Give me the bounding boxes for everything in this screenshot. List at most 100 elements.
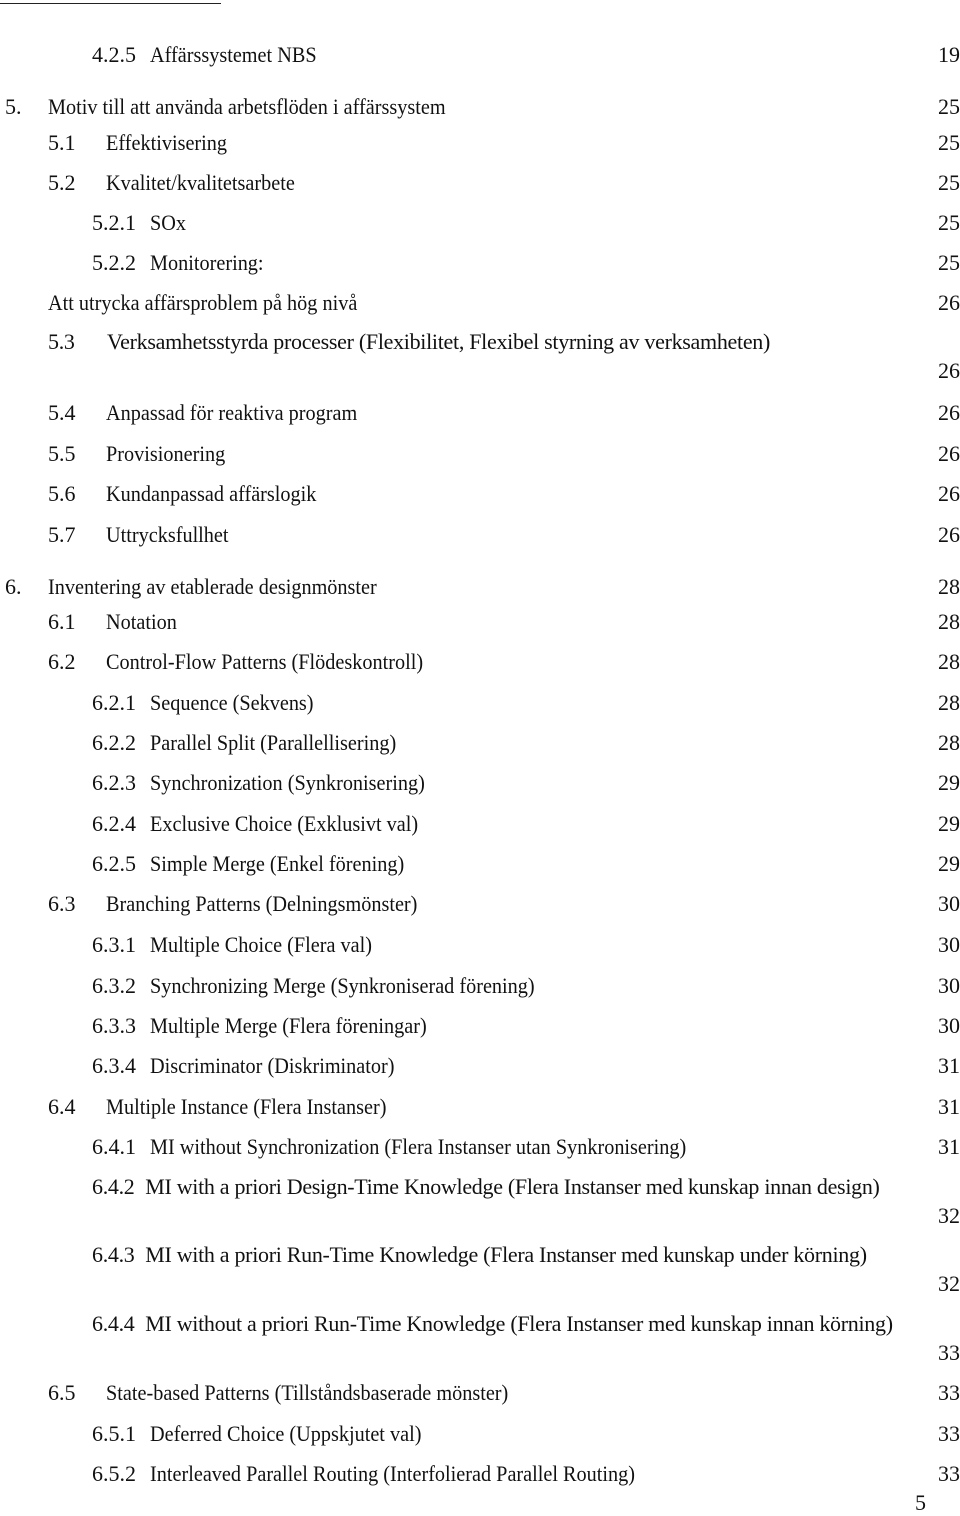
toc-entry-title: Parallel Split (Parallellisering) — [150, 730, 397, 755]
toc-entry[interactable]: 6.3.4 Discriminator (Diskriminator) 31 — [0, 1051, 960, 1081]
toc-entry-page: 30 — [938, 932, 960, 957]
toc-entry-title: Provisionering — [106, 441, 226, 466]
toc-entry-page: 26 — [938, 358, 960, 383]
toc-entry-number: 6.5 — [48, 1380, 76, 1405]
toc-entry-page: 33 — [938, 1461, 960, 1486]
toc-entry-number: 5.5 — [48, 441, 76, 466]
toc-entry-page: 31 — [938, 1053, 960, 1078]
toc-entry-number: 5.6 — [48, 481, 76, 506]
toc-entry-title: Simple Merge (Enkel förening) — [150, 851, 405, 876]
toc-entry[interactable]: 6.2.5 Simple Merge (Enkel förening) 29 — [0, 849, 960, 879]
toc-entry-page: 26 — [938, 400, 960, 425]
toc-entry[interactable]: 6.2.4 Exclusive Choice (Exklusivt val) 29 — [0, 809, 960, 839]
toc-entry-number: 5.1 — [48, 130, 76, 155]
toc-entry[interactable]: 5.2.2 Monitorering: 25 — [0, 248, 960, 278]
toc-entry[interactable]: 6.4.2 MI with a priori Design-Time Knowl… — [0, 1173, 960, 1233]
toc-entry[interactable]: 6.3 Branching Patterns (Delningsmönster) 3… — [0, 889, 960, 919]
toc-entry-title: Interleaved Parallel Routing (Interfolie… — [150, 1461, 636, 1486]
toc-entry-number: 6.2.5 — [92, 851, 136, 876]
toc-entry[interactable]: 6.4 Multiple Instance (Flera Instanser) 31 — [0, 1092, 960, 1122]
toc-entry-title: Multiple Instance (Flera Instanser) — [106, 1094, 387, 1119]
toc-entry-page: 25 — [938, 210, 960, 235]
toc-entry-title: Att utrycka affärsproblem på hög nivå — [48, 290, 358, 315]
toc-entry-page: 30 — [938, 891, 960, 916]
toc-entry[interactable]: 5.1 Effektivisering 25 — [0, 128, 960, 158]
toc-entry-title: Discriminator (Diskriminator) — [150, 1053, 395, 1078]
toc-entry-title: Deferred Choice (Uppskjutet val) — [150, 1421, 422, 1446]
toc-entry[interactable]: 6.2.1 Sequence (Sekvens) 28 — [0, 688, 960, 718]
toc-entry[interactable]: 6.5.1 Deferred Choice (Uppskjutet val) 33 — [0, 1419, 960, 1449]
toc-entry-number: 6.2.2 — [92, 730, 136, 755]
toc-entry-page: 26 — [938, 481, 960, 506]
toc-entry-page: 29 — [938, 811, 960, 836]
toc-entry-number: 6.4.1 — [92, 1134, 136, 1159]
toc-entry-title: 6.4.3 MI with a priori Run-Time Knowledg… — [92, 1242, 867, 1267]
toc-entry-title: 6.4.4 MI without a priori Run-Time Knowl… — [92, 1311, 893, 1336]
toc-entry[interactable]: 5.7 Uttrycksfullhet 26 — [0, 520, 960, 550]
toc-entry[interactable]: 5.5 Provisionering 26 — [0, 439, 960, 469]
toc-entry-title: State-based Patterns (Tillståndsbaserade… — [106, 1380, 509, 1405]
toc-entry-page: 33 — [938, 1380, 960, 1405]
toc-entry-title: Kvalitet/kvalitetsarbete — [106, 170, 295, 195]
toc-entry-number: 6.3.4 — [92, 1053, 136, 1078]
toc-entry-title: Notation — [106, 609, 177, 634]
toc-entry-title: Uttrycksfullhet — [106, 522, 229, 547]
toc-entry[interactable]: 5.2 Kvalitet/kvalitetsarbete 25 — [0, 168, 960, 198]
toc-entry[interactable]: 6.2 Control-Flow Patterns (Flödeskontroll… — [0, 647, 960, 677]
toc-entry-page: 25 — [938, 170, 960, 195]
toc-entry[interactable]: 5.6 Kundanpassad affärslogik 26 — [0, 479, 960, 509]
toc-entry-page: 28 — [938, 609, 960, 634]
toc-entry-number: 6. — [5, 574, 22, 599]
toc-entry[interactable]: 6.2.3 Synchronization (Synkronisering) 29 — [0, 768, 960, 798]
toc-entry-number: 6.3.1 — [92, 932, 136, 957]
toc-entry-page: 26 — [938, 441, 960, 466]
toc-entry[interactable]: Att utrycka affärsproblem på hög nivå 26 — [0, 288, 960, 318]
toc-entry[interactable]: 6.3.3 Multiple Merge (Flera föreningar) 30 — [0, 1011, 960, 1041]
toc-entry-title: 5.3 Verksamhetsstyrda processer (Flexibi… — [48, 329, 771, 354]
toc-entry[interactable]: 6.2.2 Parallel Split (Parallellisering) 28 — [0, 728, 960, 758]
toc-entry[interactable]: 5.2.1 SOx 25 — [0, 208, 960, 238]
toc-entry-page: 29 — [938, 770, 960, 795]
toc-entry[interactable]: 5. Motiv till att använda arbetsflöden i … — [0, 92, 960, 122]
toc-entry-page: 32 — [938, 1271, 960, 1296]
toc-entry-number: 6.2 — [48, 649, 76, 674]
toc-entry-page: 28 — [938, 690, 960, 715]
toc-entry-number: 6.2.3 — [92, 770, 136, 795]
toc-entry-number: 5.7 — [48, 522, 76, 547]
toc-entry-number: 6.3.3 — [92, 1013, 136, 1038]
toc-entry-page: 32 — [938, 1203, 960, 1228]
toc-entry-number: 6.3.2 — [92, 973, 136, 998]
toc-entry-number: 5.4 — [48, 400, 76, 425]
toc-entry[interactable]: 6.4.4 MI without a priori Run-Time Knowl… — [0, 1310, 960, 1370]
toc-entry-page: 29 — [938, 851, 960, 876]
toc-entry-title: Anpassad för reaktiva program — [106, 400, 358, 425]
toc-entry[interactable]: 5.4 Anpassad för reaktiva program 26 — [0, 398, 960, 428]
toc-entry-title: Monitorering: — [150, 250, 264, 275]
toc-entry[interactable]: 5.3 Verksamhetsstyrda processer (Flexibi… — [0, 328, 960, 388]
toc-entry-title: Branching Patterns (Delningsmönster) — [106, 891, 418, 916]
toc-entry[interactable]: 6.3.1 Multiple Choice (Flera val) 30 — [0, 930, 960, 960]
toc-entry-title: Sequence (Sekvens) — [150, 690, 314, 715]
toc-entry[interactable]: 6.4.1 MI without Synchronization (Flera I… — [0, 1132, 960, 1162]
toc-entry[interactable]: 6.1 Notation 28 — [0, 607, 960, 637]
toc-entry-number: 6.3 — [48, 891, 76, 916]
toc-entry-title: Exclusive Choice (Exklusivt val) — [150, 811, 419, 836]
toc-entry-title: Kundanpassad affärslogik — [106, 481, 317, 506]
toc-entry[interactable]: 6.5 State-based Patterns (Tillståndsbaser… — [0, 1378, 960, 1408]
toc-entry-title: Multiple Choice (Flera val) — [150, 932, 373, 957]
toc-entry-title: SOx — [150, 210, 186, 235]
toc-entry[interactable]: 4.2.5 Affärssystemet NBS 19 — [0, 40, 960, 70]
toc-entry-page: 33 — [938, 1421, 960, 1446]
toc-entry-title: Synchronizing Merge (Synkroniserad fören… — [150, 973, 535, 998]
toc-entry[interactable]: 6. Inventering av etablerade designmönste… — [0, 572, 960, 602]
toc-entry-page: 28 — [938, 730, 960, 755]
footnote-separator-rule — [0, 3, 221, 4]
toc-entry-number: 4.2.5 — [92, 42, 136, 67]
toc-entry[interactable]: 6.4.3 MI with a priori Run-Time Knowledg… — [0, 1241, 960, 1301]
toc-entry-number: 6.1 — [48, 609, 76, 634]
toc-entry-page: 28 — [938, 649, 960, 674]
toc-entry[interactable]: 6.3.2 Synchronizing Merge (Synkroniserad … — [0, 971, 960, 1001]
toc-entry[interactable]: 6.5.2 Interleaved Parallel Routing (Inter… — [0, 1459, 960, 1489]
toc-entry-title: Control-Flow Patterns (Flödeskontroll) — [106, 649, 424, 674]
toc-entry-number: 6.4 — [48, 1094, 76, 1119]
